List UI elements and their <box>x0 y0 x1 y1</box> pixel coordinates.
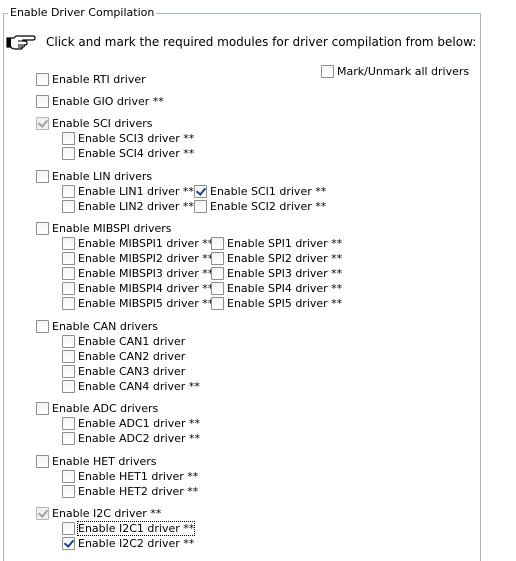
spi5-checkbox[interactable] <box>211 297 224 310</box>
het2-checkbox[interactable] <box>62 485 75 498</box>
spi1-label[interactable]: Enable SPI1 driver ** <box>227 237 342 250</box>
sci3-label[interactable]: Enable SCI3 driver ** <box>78 132 194 145</box>
het1-label[interactable]: Enable HET1 driver ** <box>78 470 198 483</box>
lin1-label[interactable]: Enable LIN1 driver ** / <box>78 185 201 198</box>
i2c-label: Enable I2C driver ** <box>52 507 162 520</box>
i2c2-checkbox[interactable] <box>62 537 75 550</box>
can2-checkbox[interactable] <box>62 350 75 363</box>
adc2-label[interactable]: Enable ADC2 driver ** <box>78 432 200 445</box>
sci2-label[interactable]: Enable SCI2 driver ** <box>210 200 326 213</box>
het1-checkbox[interactable] <box>62 470 75 483</box>
mibspi-label[interactable]: Enable MIBSPI drivers <box>52 222 172 235</box>
can2-label[interactable]: Enable CAN2 driver <box>78 350 185 363</box>
het2-label[interactable]: Enable HET2 driver ** <box>78 485 198 498</box>
lin2-label[interactable]: Enable LIN2 driver ** / <box>78 200 201 213</box>
mibspi1-label[interactable]: Enable MIBSPI1 driver ** <box>78 237 213 250</box>
pointing-hand-icon <box>6 35 36 50</box>
i2c-checkbox <box>36 507 49 520</box>
spi2-label[interactable]: Enable SPI2 driver ** <box>227 252 342 265</box>
gio-label[interactable]: Enable GIO driver ** <box>52 95 164 108</box>
sci1-checkbox[interactable] <box>194 185 207 198</box>
rti-label[interactable]: Enable RTI driver <box>52 73 146 86</box>
spi3-label[interactable]: Enable SPI3 driver ** <box>227 267 342 280</box>
adc1-checkbox[interactable] <box>62 417 75 430</box>
sci1-label[interactable]: Enable SCI1 driver ** <box>210 185 326 198</box>
spi5-label[interactable]: Enable SPI5 driver ** <box>227 297 342 310</box>
mibspi5-checkbox[interactable] <box>62 297 75 310</box>
sci2-checkbox[interactable] <box>194 200 207 213</box>
spi1-checkbox[interactable] <box>211 237 224 250</box>
mibspi3-label[interactable]: Enable MIBSPI3 driver ** <box>78 267 213 280</box>
lin2-checkbox[interactable] <box>62 200 75 213</box>
i2c2-label[interactable]: Enable I2C2 driver ** <box>78 537 194 550</box>
group-title: Enable Driver Compilation <box>8 6 157 19</box>
mibspi2-checkbox[interactable] <box>62 252 75 265</box>
mibspi-checkbox[interactable] <box>36 222 49 235</box>
can1-checkbox[interactable] <box>62 335 75 348</box>
lin1-checkbox[interactable] <box>62 185 75 198</box>
mibspi2-label[interactable]: Enable MIBSPI2 driver ** <box>78 252 213 265</box>
spi4-label[interactable]: Enable SPI4 driver ** <box>227 282 342 295</box>
sci4-checkbox[interactable] <box>62 147 75 160</box>
gio-checkbox[interactable] <box>36 95 49 108</box>
sci4-label[interactable]: Enable SCI4 driver ** <box>78 147 194 160</box>
can4-label[interactable]: Enable CAN4 driver ** <box>78 380 200 393</box>
i2c1-checkbox[interactable] <box>62 522 75 535</box>
spi4-checkbox[interactable] <box>211 282 224 295</box>
lin-label[interactable]: Enable LIN drivers <box>52 170 152 183</box>
spi3-checkbox[interactable] <box>211 267 224 280</box>
spi2-checkbox[interactable] <box>211 252 224 265</box>
adc-checkbox[interactable] <box>36 402 49 415</box>
sci3-checkbox[interactable] <box>62 132 75 145</box>
adc2-checkbox[interactable] <box>62 432 75 445</box>
mark-all-label[interactable]: Mark/Unmark all drivers <box>337 65 469 78</box>
instruction-text: Click and mark the required modules for … <box>46 35 477 49</box>
mark-all-checkbox[interactable] <box>321 65 334 78</box>
mibspi4-label[interactable]: Enable MIBSPI4 driver ** <box>78 282 213 295</box>
i2c1-label[interactable]: Enable I2C1 driver ** <box>76 521 196 536</box>
sci-label: Enable SCI drivers <box>52 117 153 130</box>
adc-label[interactable]: Enable ADC drivers <box>52 402 158 415</box>
mibspi5-label[interactable]: Enable MIBSPI5 driver ** <box>78 297 213 310</box>
lin-checkbox[interactable] <box>36 170 49 183</box>
can3-label[interactable]: Enable CAN3 driver <box>78 365 185 378</box>
mibspi4-checkbox[interactable] <box>62 282 75 295</box>
het-label[interactable]: Enable HET drivers <box>52 455 157 468</box>
can1-label[interactable]: Enable CAN1 driver <box>78 335 185 348</box>
rti-checkbox[interactable] <box>36 73 49 86</box>
can4-checkbox[interactable] <box>62 380 75 393</box>
mibspi3-checkbox[interactable] <box>62 267 75 280</box>
mibspi1-checkbox[interactable] <box>62 237 75 250</box>
can3-checkbox[interactable] <box>62 365 75 378</box>
can-checkbox[interactable] <box>36 320 49 333</box>
sci-checkbox <box>36 117 49 130</box>
adc1-label[interactable]: Enable ADC1 driver ** <box>78 417 200 430</box>
can-label[interactable]: Enable CAN drivers <box>52 320 158 333</box>
het-checkbox[interactable] <box>36 455 49 468</box>
